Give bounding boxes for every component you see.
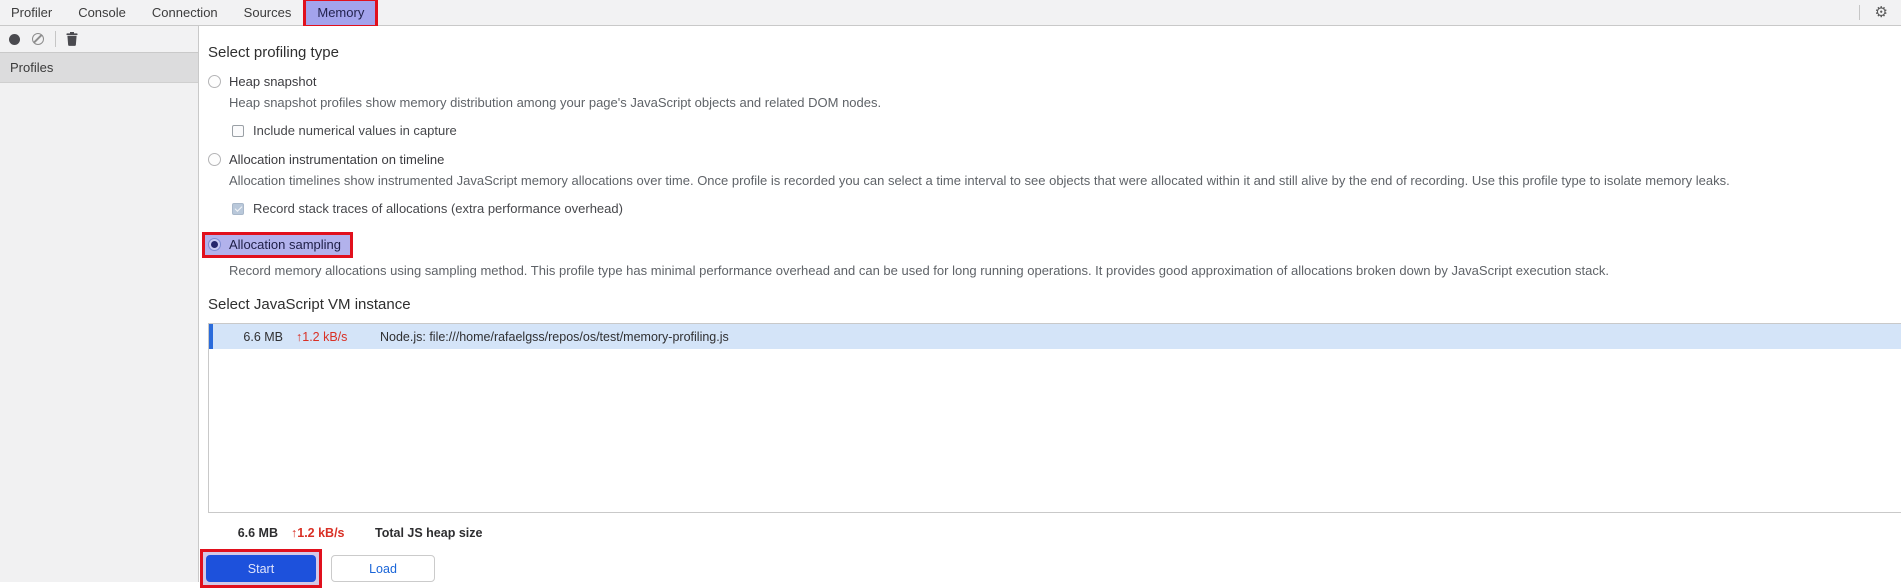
clear-all-icon[interactable] bbox=[32, 33, 44, 45]
tab-memory[interactable]: Memory bbox=[303, 0, 379, 28]
vm-heap-rate: ↑1.2 kB/s bbox=[296, 329, 348, 344]
tabbar-right-controls: ⚙ bbox=[1858, 5, 1901, 20]
vm-heap-size: 6.6 MB bbox=[243, 329, 283, 344]
radio-label: Allocation sampling bbox=[229, 237, 342, 252]
radio-allocation-timeline[interactable]: Allocation instrumentation on timeline bbox=[208, 152, 1901, 167]
radio-label: Allocation instrumentation on timeline bbox=[229, 152, 445, 167]
profiles-toolbar bbox=[0, 26, 198, 53]
memory-panel: Select profiling type Heap snapshot Heap… bbox=[200, 26, 1901, 588]
allocation-sampling-description: Record memory allocations using sampling… bbox=[229, 263, 1609, 278]
profiling-type-heading: Select profiling type bbox=[208, 44, 339, 61]
radio-icon[interactable] bbox=[208, 75, 221, 88]
checkbox-icon[interactable] bbox=[232, 124, 244, 137]
tab-profiler[interactable]: Profiler bbox=[0, 1, 63, 25]
toolbar-separator bbox=[55, 31, 56, 47]
radio-selected-icon[interactable] bbox=[208, 238, 221, 251]
checkbox-record-stack-traces[interactable]: Record stack traces of allocations (extr… bbox=[232, 201, 1901, 216]
tab-sources[interactable]: Sources bbox=[233, 1, 303, 25]
trash-icon[interactable] bbox=[66, 32, 78, 46]
checkbox-include-numerical-values[interactable]: Include numerical values in capture bbox=[232, 123, 1901, 138]
profiles-sidebar: Profiles bbox=[0, 26, 199, 582]
checkbox-label: Record stack traces of allocations (extr… bbox=[253, 201, 623, 216]
tab-console[interactable]: Console bbox=[67, 1, 137, 25]
radio-label: Heap snapshot bbox=[229, 74, 317, 89]
vm-instance-heading: Select JavaScript VM instance bbox=[208, 296, 411, 313]
heap-snapshot-description: Heap snapshot profiles show memory distr… bbox=[229, 95, 882, 110]
record-icon[interactable] bbox=[9, 33, 20, 45]
radio-icon[interactable] bbox=[208, 153, 221, 166]
profiles-section-header[interactable]: Profiles bbox=[0, 53, 198, 83]
tab-bar: Profiler Console Connection Sources Memo… bbox=[0, 0, 1901, 28]
total-heap-rate: ↑1.2 kB/s bbox=[291, 526, 345, 540]
action-buttons-row: Start Load bbox=[200, 549, 1901, 588]
allocation-timeline-description: Allocation timelines show instrumented J… bbox=[229, 173, 1730, 188]
checkbox-checked-icon[interactable] bbox=[232, 202, 244, 215]
heap-totals-row: 6.6 MB ↑1.2 kB/s Total JS heap size bbox=[208, 526, 1901, 540]
tab-connection[interactable]: Connection bbox=[141, 1, 229, 25]
settings-gear-icon[interactable]: ⚙ bbox=[1875, 5, 1888, 20]
vm-instance-name: Node.js: file:///home/rafaelgss/repos/os… bbox=[380, 329, 729, 344]
start-button-annotation: Start bbox=[200, 549, 322, 588]
vm-instance-list[interactable]: 6.6 MB ↑1.2 kB/s Node.js: file:///home/r… bbox=[208, 323, 1901, 513]
checkbox-label: Include numerical values in capture bbox=[253, 123, 457, 138]
total-heap-size: 6.6 MB bbox=[237, 526, 278, 540]
radio-allocation-sampling-highlighted[interactable]: Allocation sampling bbox=[202, 232, 354, 258]
load-button[interactable]: Load bbox=[331, 555, 435, 582]
vm-instance-row-selected[interactable]: 6.6 MB ↑1.2 kB/s Node.js: file:///home/r… bbox=[209, 324, 1901, 349]
toolbar-separator bbox=[1858, 5, 1860, 20]
radio-heap-snapshot[interactable]: Heap snapshot bbox=[208, 74, 1901, 89]
start-button[interactable]: Start bbox=[206, 555, 316, 582]
total-heap-label: Total JS heap size bbox=[375, 526, 483, 540]
profiles-label: Profiles bbox=[10, 60, 54, 75]
